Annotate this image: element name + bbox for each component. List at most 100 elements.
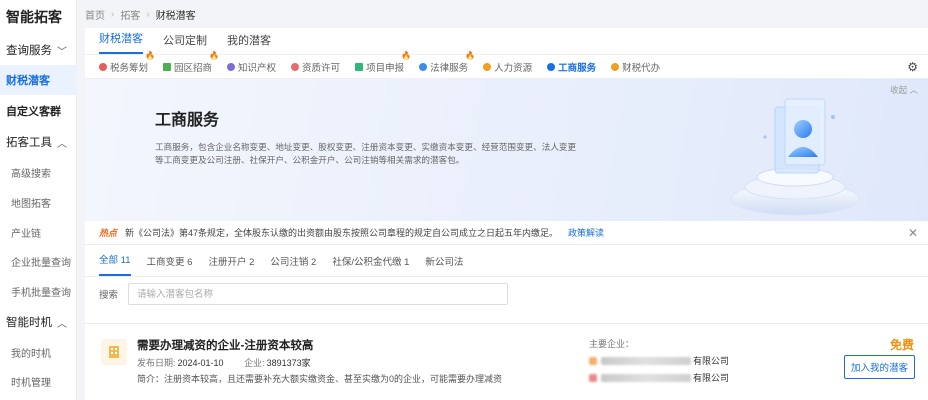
subtab-tax-agency[interactable]: 财税代办 <box>611 60 660 74</box>
company-count: 3891373家 <box>266 358 311 368</box>
count-label: 企业: <box>244 358 265 368</box>
subtab-label: 人力资源 <box>494 62 533 74</box>
sidebar-item-advanced-search[interactable]: 高级搜索 <box>0 163 77 181</box>
sidebar-item-tax-prospects[interactable]: 财税潜客 <box>0 65 77 95</box>
notice-text: 新《公司法》第47条规定，全体股东认缴的出资额由股东按照公司章程的规定自公司成立… <box>125 228 559 238</box>
breadcrumb-prospecting[interactable]: 拓客 <box>120 7 140 22</box>
subtab-label: 资质许可 <box>302 62 341 74</box>
filter-tabs: 全部 11 工商变更 6 注册开户 2 公司注销 2 社保/公积金代缴 1 新公… <box>85 245 928 277</box>
hot-fire-icon: 🔥 <box>401 50 412 60</box>
company-suffix: 有限公司 <box>693 356 730 366</box>
sidebar-group-label: 智能时机 <box>6 317 52 329</box>
sidebar-group-smart-timing[interactable]: 智能时机 ︿ <box>0 311 77 333</box>
subtab-park-investment[interactable]: 园区招商 🔥 <box>163 51 219 74</box>
sidebar-item-label: 产业链 <box>11 228 41 240</box>
content-panel: 财税潜客 公司定制 我的潜客 税务筹划 🔥 园区招商 🔥 知识产权 资质许可 项目申… <box>85 28 928 400</box>
breadcrumb-home[interactable]: 首页 <box>85 7 105 22</box>
tab-my-prospects[interactable]: 我的潜客 <box>227 32 271 54</box>
subtab-human-resources[interactable]: 人力资源 <box>483 60 532 74</box>
redacted-company-name <box>601 356 691 365</box>
subtab-tax-planning[interactable]: 税务筹划 🔥 <box>99 51 155 74</box>
breadcrumb-current: 财税潜客 <box>155 10 196 22</box>
hot-badge: 热点 <box>99 228 118 238</box>
sidebar-group-prospecting-tools[interactable]: 拓客工具 ︿ <box>0 131 77 153</box>
sidebar-item-label: 我的时机 <box>11 348 51 360</box>
search-bar: 搜索 <box>85 277 928 311</box>
sidebar-item-industry-chain[interactable]: 产业链 <box>0 223 77 241</box>
subtab-legal-services[interactable]: 法律服务 🔥 <box>419 51 475 74</box>
close-icon[interactable]: ✕ <box>908 226 918 240</box>
subtab-label: 知识产权 <box>238 62 277 74</box>
sidebar-group-label: 查询服务 <box>6 45 52 57</box>
redacted-company-name <box>601 373 691 382</box>
sidebar-item-label: 高级搜索 <box>11 168 51 180</box>
package-meta: 发布日期: 2024-01-10 企业: 3891373家 <box>137 356 329 369</box>
hot-fire-icon: 🔥 <box>145 50 156 60</box>
policy-notice: 热点 新《公司法》第47条规定，全体股东认缴的出资额由股东按照公司章程的规定自公… <box>85 221 928 245</box>
sidebar: 智能拓客 查询服务 ﹀ 财税潜客 自定义客群 拓客工具 ︿ 高级搜索 地图拓客 … <box>0 0 77 400</box>
subtab-intellectual-property[interactable]: 知识产权 <box>227 60 276 74</box>
sidebar-item-label: 企业批量查询 <box>11 257 71 269</box>
tab-tax-prospects[interactable]: 财税潜客 <box>99 30 143 54</box>
business-service-illustration <box>730 98 860 216</box>
category-tabs: 税务筹划 🔥 园区招商 🔥 知识产权 资质许可 项目申报 🔥 法律服务 🔥 人力资源 工… <box>85 51 928 81</box>
package-description: 简介：注册资本较高，且还需要补充大额实缴资金、甚至实缴为0的企业，可能需要办理减… <box>137 374 503 384</box>
hot-fire-icon: 🔥 <box>465 50 476 60</box>
sidebar-item-map-prospecting[interactable]: 地图拓客 <box>0 193 77 211</box>
tab-company-custom[interactable]: 公司定制 <box>163 32 207 54</box>
search-input[interactable] <box>128 283 509 305</box>
filter-business-change[interactable]: 工商变更 6 <box>147 254 193 276</box>
sidebar-item-label: 自定义客群 <box>6 106 61 118</box>
filter-deregistration[interactable]: 公司注销 2 <box>270 254 316 276</box>
breadcrumb-separator: › <box>146 8 150 20</box>
company-logo <box>589 373 597 382</box>
sidebar-item-my-timing[interactable]: 我的时机 <box>0 343 77 361</box>
sidebar-group-query-service[interactable]: 查询服务 ﹀ <box>0 38 77 62</box>
sidebar-item-label: 手机批量查询 <box>11 287 71 299</box>
filter-all[interactable]: 全部 11 <box>99 252 131 276</box>
subtab-project-application[interactable]: 项目申报 🔥 <box>355 51 411 74</box>
app-logo: 智能拓客 <box>6 9 62 25</box>
filter-social-security[interactable]: 社保/公积金代缴 1 <box>332 254 409 276</box>
subtab-label: 项目申报 <box>366 62 405 74</box>
qualification-icon <box>291 62 300 71</box>
tax-agency-icon <box>611 62 620 71</box>
park-icon <box>163 62 172 71</box>
sidebar-item-custom-group[interactable]: 自定义客群 <box>0 100 77 122</box>
filter-registration[interactable]: 注册开户 2 <box>208 254 254 276</box>
search-label: 搜索 <box>99 290 119 301</box>
main-area: 首页 › 拓客 › 财税潜客 财税潜客 公司定制 我的潜客 税务筹划 🔥 园区招商… <box>78 0 928 400</box>
chevron-up-icon: ︿ <box>909 85 918 95</box>
filter-new-company-law[interactable]: 新公司法 <box>425 254 463 276</box>
breadcrumb-separator: › <box>111 8 115 20</box>
subtab-label: 财税代办 <box>622 62 661 74</box>
sidebar-group-label: 拓客工具 <box>6 137 52 149</box>
service-banner: 工商服务 工商服务，包含企业名称变更、地址变更、股权变更、注册资本变更、实缴资本… <box>85 79 928 221</box>
company-item: 有限公司 <box>589 371 729 384</box>
gear-icon[interactable]: ⚙ <box>907 60 918 74</box>
company-item: 有限公司 <box>589 354 729 367</box>
add-to-my-prospects-button[interactable]: 加入我的潜客 <box>844 355 915 379</box>
sidebar-item-timing-management[interactable]: 时机管理 <box>0 372 77 390</box>
prospect-package-card[interactable]: 需要办理减资的企业-注册资本较高 发布日期: 2024-01-10 企业: 3891… <box>85 323 928 400</box>
user-icon <box>547 62 556 71</box>
company-logo <box>589 356 597 365</box>
subtab-label: 法律服务 <box>430 62 469 74</box>
sidebar-item-batch-company-query[interactable]: 企业批量查询 <box>0 252 77 270</box>
subtab-qualification[interactable]: 资质许可 <box>291 60 340 74</box>
sidebar-item-batch-phone-query[interactable]: 手机批量查询 <box>0 282 77 300</box>
banner-description: 工商服务，包含企业名称变更、地址变更、股权变更、注册资本变更、实缴资本变更、经营… <box>155 142 577 165</box>
package-title[interactable]: 需要办理减资的企业-注册资本较高 <box>137 337 313 353</box>
company-suffix: 有限公司 <box>693 373 730 383</box>
project-icon <box>355 62 364 71</box>
banner-title: 工商服务 <box>155 112 220 129</box>
chevron-up-icon: ︿ <box>57 318 67 330</box>
breadcrumb: 首页 › 拓客 › 财税潜客 <box>78 0 928 28</box>
building-icon <box>101 339 127 365</box>
policy-interpretation-link[interactable]: 政策解读 <box>568 226 604 239</box>
date-label: 发布日期: <box>137 358 176 368</box>
ip-icon <box>227 62 236 71</box>
sidebar-item-label: 地图拓客 <box>11 198 51 210</box>
subtab-business-services[interactable]: 工商服务 <box>547 60 597 81</box>
main-companies-label: 主要企业： <box>589 339 635 349</box>
